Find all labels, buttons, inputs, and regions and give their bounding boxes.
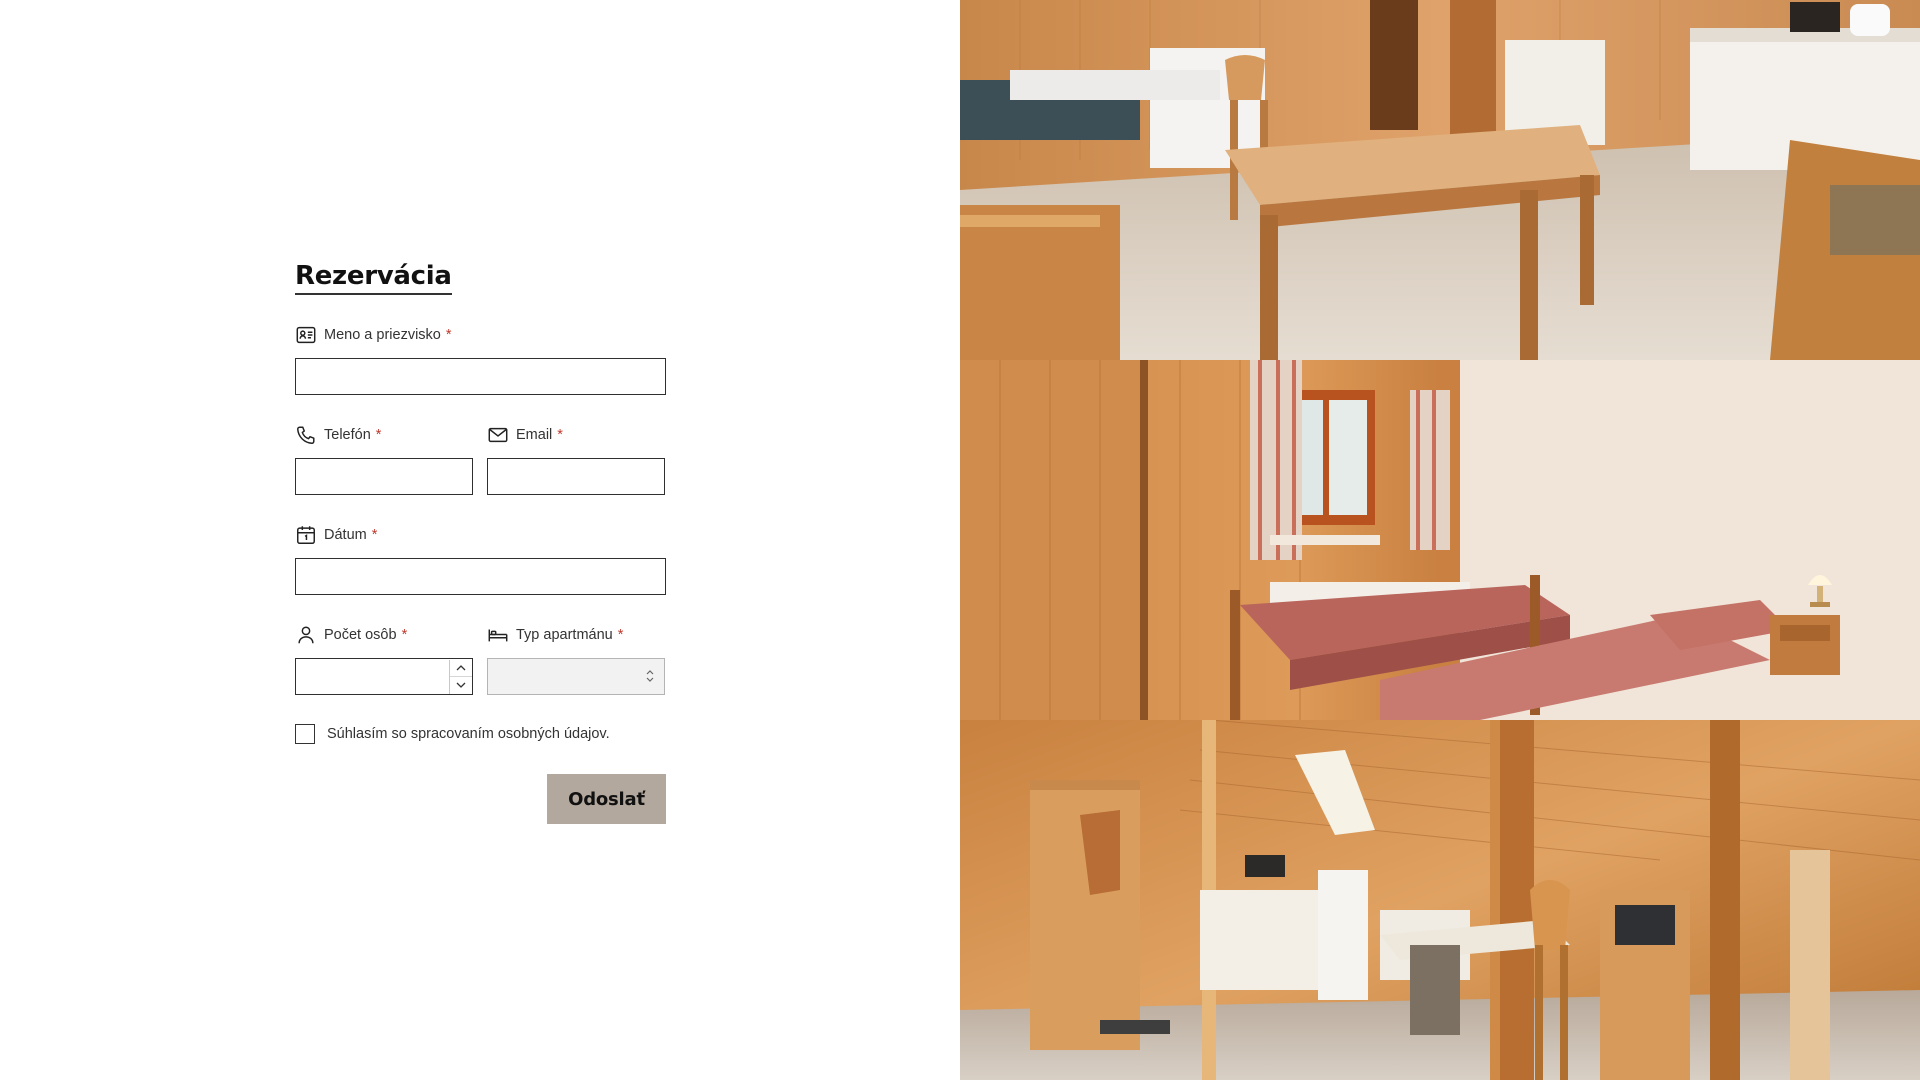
required-mark: * — [375, 427, 382, 443]
consent-checkbox[interactable] — [295, 724, 315, 744]
name-field-group: Meno a priezvisko * — [295, 324, 666, 395]
email-input[interactable] — [487, 458, 665, 495]
persons-stepper — [448, 659, 472, 694]
twin-bedroom-photo — [960, 360, 1920, 720]
chevron-up-icon — [456, 665, 465, 671]
apartment-field-group: Typ apartmánu * — [487, 624, 665, 695]
date-field-group: Dátum * — [295, 524, 666, 595]
date-label: Dátum * — [295, 524, 666, 546]
required-mark: * — [401, 627, 408, 643]
phone-label: Telefón * — [295, 424, 473, 446]
updown-arrow-icon — [646, 670, 654, 682]
kitchen-dining-room-photo — [960, 0, 1920, 360]
persons-input[interactable] — [295, 658, 473, 695]
chevron-down-icon — [456, 682, 465, 688]
consent-label: Súhlasím so spracovaním osobných údajov. — [327, 726, 610, 742]
persons-label-text: Počet osôb — [324, 627, 397, 643]
apartment-select[interactable] — [487, 658, 665, 695]
phone-field-group: Telefón * — [295, 424, 473, 495]
required-mark: * — [371, 527, 378, 543]
persons-field-group: Počet osôb * — [295, 624, 473, 695]
photo-gallery — [960, 0, 1920, 1080]
email-label-text: Email — [516, 427, 553, 443]
email-field-group: Email * — [487, 424, 665, 495]
attic-studio-photo — [960, 720, 1920, 1080]
date-input[interactable] — [295, 558, 666, 595]
envelope-icon — [488, 427, 508, 443]
name-input[interactable] — [295, 358, 666, 395]
submit-button[interactable]: Odoslať — [547, 774, 666, 824]
phone-label-text: Telefón — [324, 427, 371, 443]
name-label: Meno a priezvisko * — [295, 324, 666, 346]
id-card-icon — [296, 326, 316, 344]
increment-button[interactable] — [450, 660, 472, 677]
phone-input[interactable] — [295, 458, 473, 495]
page: Rezervácia Meno a priezvisko * Telefón *… — [0, 0, 1920, 1080]
calendar-icon — [297, 526, 315, 544]
bed-icon — [488, 629, 508, 642]
required-mark: * — [617, 627, 624, 643]
email-label: Email * — [487, 424, 665, 446]
persons-label: Počet osôb * — [295, 624, 473, 646]
consent-row: Súhlasím so spracovaním osobných údajov. — [295, 724, 610, 744]
apartment-label: Typ apartmánu * — [487, 624, 665, 646]
form-title: Rezervácia — [295, 260, 452, 295]
phone-icon — [297, 426, 315, 444]
required-mark: * — [557, 427, 563, 443]
required-mark: * — [445, 327, 452, 343]
person-icon — [298, 626, 314, 644]
name-label-text: Meno a priezvisko — [324, 327, 441, 343]
date-label-text: Dátum — [324, 527, 367, 543]
decrement-button[interactable] — [449, 676, 472, 694]
persons-number-field — [295, 658, 473, 695]
apartment-label-text: Typ apartmánu — [516, 627, 613, 643]
